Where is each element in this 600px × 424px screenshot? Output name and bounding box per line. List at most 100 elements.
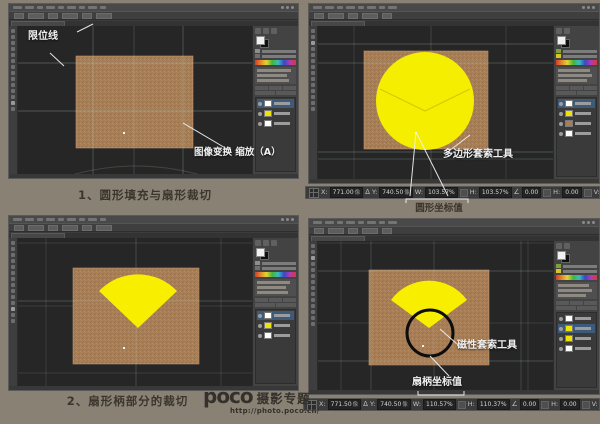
layer-row[interactable] (558, 109, 595, 118)
menu-item[interactable] (379, 221, 385, 224)
color-spectrum-strip[interactable] (255, 272, 296, 277)
tool-button[interactable] (311, 280, 315, 284)
height-value-field[interactable]: 110.37% (477, 399, 510, 410)
tool-button[interactable] (311, 244, 315, 248)
window-controls[interactable] (281, 6, 294, 9)
layer-row-selected[interactable] (558, 324, 595, 333)
menu-item[interactable] (337, 6, 343, 9)
tool-button[interactable] (311, 77, 315, 81)
width-value-field[interactable]: 110.57% (423, 399, 456, 410)
panel-icon[interactable] (263, 28, 269, 34)
tool-button[interactable] (311, 286, 315, 290)
panel-icon[interactable] (556, 243, 562, 249)
panel-icon[interactable] (564, 28, 570, 34)
option-control[interactable] (362, 13, 378, 19)
tool-button[interactable] (311, 262, 315, 266)
canvas-area[interactable] (18, 238, 252, 386)
foreground-color-swatch[interactable] (256, 248, 265, 257)
tool-button[interactable] (11, 265, 15, 269)
layer-row[interactable] (257, 109, 294, 118)
panel-icon[interactable] (556, 28, 562, 34)
panel-control[interactable] (255, 303, 275, 307)
layer-row[interactable] (558, 314, 595, 323)
option-control[interactable] (382, 13, 392, 19)
tool-button[interactable] (11, 95, 15, 99)
menu-item[interactable] (358, 221, 364, 224)
panel-icon[interactable] (255, 28, 261, 34)
menu-item[interactable] (100, 6, 106, 9)
color-picker[interactable] (255, 248, 296, 259)
layer-visibility-icon[interactable] (559, 337, 563, 341)
panel-control[interactable] (276, 303, 296, 307)
tool-button-active[interactable] (11, 101, 15, 105)
h-skew-field[interactable]: 0.00 (560, 399, 579, 410)
layer-row[interactable] (257, 321, 294, 330)
h-skew-field[interactable]: 0.00 (562, 187, 581, 198)
menu-item[interactable] (88, 6, 97, 9)
tool-button[interactable] (311, 71, 315, 75)
tool-button[interactable] (311, 292, 315, 296)
toolbar-button[interactable] (543, 189, 551, 197)
option-control[interactable] (82, 225, 92, 231)
panel-control[interactable] (577, 91, 597, 95)
option-control[interactable] (314, 228, 324, 234)
tool-button[interactable] (311, 268, 315, 272)
option-control[interactable] (48, 225, 58, 231)
menu-item[interactable] (67, 218, 76, 221)
layer-visibility-icon[interactable] (559, 122, 563, 126)
tool-button[interactable] (11, 53, 15, 57)
panel-control[interactable] (255, 91, 275, 95)
foreground-color-swatch[interactable] (557, 36, 566, 45)
toolbar-button[interactable] (584, 189, 592, 197)
layer-row[interactable] (558, 119, 595, 128)
menu-item[interactable] (58, 218, 64, 221)
menu-item[interactable] (325, 221, 334, 224)
option-control[interactable] (348, 13, 358, 19)
panel-tab[interactable] (269, 298, 282, 302)
width-value-field[interactable]: 103.57% (425, 187, 458, 198)
tool-button[interactable] (11, 29, 15, 33)
color-picker[interactable] (556, 36, 597, 47)
menu-item[interactable] (25, 218, 34, 221)
menu-item[interactable] (388, 6, 397, 9)
tool-button-active[interactable] (311, 256, 315, 260)
layer-visibility-icon[interactable] (559, 317, 563, 321)
menu-item[interactable] (367, 6, 376, 9)
tool-button[interactable] (11, 253, 15, 257)
option-control[interactable] (314, 13, 324, 19)
panel-icon[interactable] (564, 243, 570, 249)
panel-icon[interactable] (271, 240, 277, 246)
tool-button[interactable] (311, 83, 315, 87)
tool-button[interactable] (11, 247, 15, 251)
option-control[interactable] (96, 13, 112, 19)
tool-button[interactable] (11, 241, 15, 245)
layer-row-selected[interactable] (257, 311, 294, 320)
tool-button[interactable] (311, 59, 315, 63)
layer-visibility-icon[interactable] (258, 102, 262, 106)
menu-item[interactable] (79, 218, 85, 221)
tool-button[interactable] (11, 319, 15, 323)
option-control[interactable] (14, 13, 24, 19)
menu-item[interactable] (346, 6, 355, 9)
angle-value-field[interactable]: 0.00 (522, 187, 541, 198)
tool-button[interactable] (311, 274, 315, 278)
panel-tab[interactable] (556, 86, 569, 90)
tool-button-active[interactable] (311, 41, 315, 45)
panel-control[interactable] (556, 91, 576, 95)
menu-item[interactable] (79, 6, 85, 9)
tool-button[interactable] (11, 289, 15, 293)
option-control[interactable] (14, 225, 24, 231)
color-spectrum-strip[interactable] (255, 60, 296, 65)
window-controls[interactable] (582, 221, 595, 224)
tool-button[interactable] (11, 65, 15, 69)
menu-item[interactable] (346, 221, 355, 224)
layer-visibility-icon[interactable] (559, 112, 563, 116)
layer-row[interactable] (558, 334, 595, 343)
option-control[interactable] (62, 225, 78, 231)
option-control[interactable] (48, 13, 58, 19)
tool-button[interactable] (11, 301, 15, 305)
tool-button[interactable] (311, 304, 315, 308)
tool-button[interactable] (11, 35, 15, 39)
y-value-field[interactable]: 740.50像 (379, 187, 413, 198)
tool-button[interactable] (311, 53, 315, 57)
